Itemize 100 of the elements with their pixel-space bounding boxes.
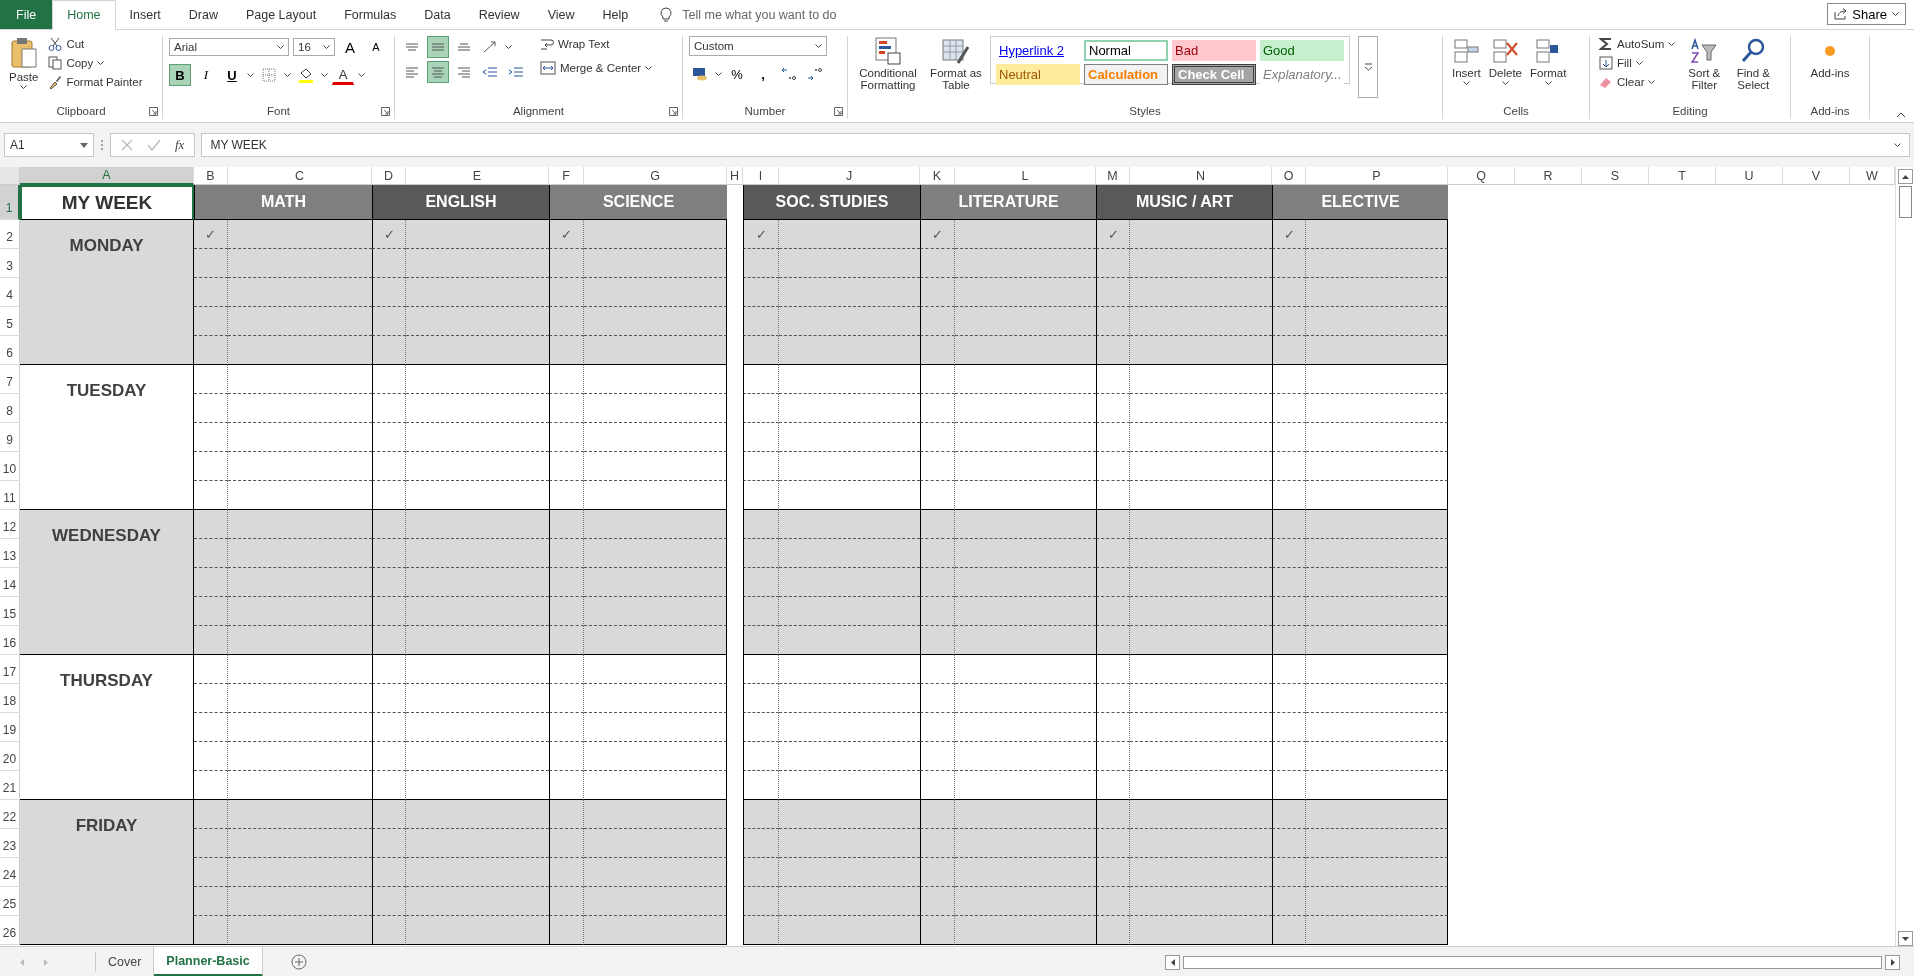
row-header[interactable]: 22 — [0, 800, 20, 829]
cell-style[interactable]: Normal — [1084, 40, 1168, 61]
row-header[interactable]: 15 — [0, 597, 20, 626]
row-header[interactable]: 2 — [0, 220, 20, 249]
column-header[interactable]: O — [1272, 167, 1306, 185]
column-header[interactable]: R — [1515, 167, 1582, 185]
paste-button[interactable]: Paste — [6, 36, 42, 105]
conditional-formatting-button[interactable]: Conditional Formatting — [854, 36, 922, 105]
horizontal-align-button[interactable] — [427, 61, 449, 83]
column-header[interactable]: V — [1783, 167, 1850, 185]
row-header[interactable]: 1 — [0, 185, 20, 220]
row-header[interactable]: 5 — [0, 307, 20, 336]
row-header[interactable]: 9 — [0, 423, 20, 452]
row-header[interactable]: 12 — [0, 510, 20, 539]
column-header[interactable]: I — [743, 167, 779, 185]
menu-tab[interactable]: View — [533, 0, 589, 29]
column-header[interactable]: S — [1582, 167, 1649, 185]
row-header[interactable]: 14 — [0, 568, 20, 597]
clear-button[interactable]: Clear — [1596, 74, 1679, 90]
column-header[interactable]: T — [1649, 167, 1716, 185]
row-header[interactable]: 23 — [0, 829, 20, 858]
vertical-align-button[interactable] — [427, 36, 449, 58]
cells-button[interactable]: Format — [1527, 36, 1570, 105]
row-header[interactable]: 25 — [0, 887, 20, 916]
format-as-table-button[interactable]: Format as Table — [926, 36, 986, 105]
row-header[interactable]: 10 — [0, 452, 20, 481]
column-header[interactable]: F — [549, 167, 584, 185]
row-header[interactable]: 24 — [0, 858, 20, 887]
font-style-button[interactable]: B — [169, 64, 191, 86]
row-header[interactable]: 17 — [0, 655, 20, 684]
autosum-button[interactable]: AutoSum — [1596, 36, 1679, 52]
column-header[interactable]: J — [779, 167, 920, 185]
column-header[interactable]: G — [584, 167, 727, 185]
menu-tab[interactable]: Review — [464, 0, 534, 29]
sort-filter-button[interactable]: Sort & Filter — [1682, 36, 1727, 105]
row-header[interactable]: 6 — [0, 336, 20, 365]
row-header[interactable]: 20 — [0, 742, 20, 771]
vertical-scrollbar[interactable] — [1895, 167, 1914, 946]
font-size-field[interactable]: 16 — [293, 38, 335, 56]
column-header[interactable]: A — [20, 167, 194, 185]
scroll-up-button[interactable] — [1897, 169, 1913, 184]
checkmark-icon[interactable] — [147, 139, 161, 151]
tell-me-field[interactable]: Tell me what you want to do — [680, 6, 885, 23]
fill-button[interactable]: Fill — [1596, 55, 1679, 71]
grow-font-button[interactable]: A — [339, 36, 361, 58]
font-name-field[interactable]: Arial — [169, 38, 289, 56]
column-header[interactable]: B — [194, 167, 228, 185]
previous-sheet-icon[interactable] — [20, 958, 24, 966]
shrink-font-button[interactable]: A — [365, 36, 387, 58]
formula-field[interactable]: MY WEEK — [201, 133, 1910, 157]
cell-style[interactable]: Bad — [1172, 40, 1256, 61]
font-color-button[interactable]: A — [332, 65, 354, 85]
percent-button[interactable]: % — [726, 63, 748, 85]
row-header[interactable]: 16 — [0, 626, 20, 655]
insert-function-button[interactable]: fx — [175, 137, 185, 153]
column-header[interactable]: K — [920, 167, 955, 185]
row-header[interactable]: 18 — [0, 684, 20, 713]
comma-button[interactable]: , — [752, 63, 774, 85]
row-header[interactable]: 19 — [0, 713, 20, 742]
menu-tab[interactable]: Help — [588, 0, 643, 29]
cancel-icon[interactable] — [121, 139, 133, 151]
column-header[interactable]: U — [1716, 167, 1783, 185]
row-header[interactable]: 8 — [0, 394, 20, 423]
wrap-text-button[interactable]: Wrap Text — [537, 36, 656, 52]
menu-tab[interactable]: Formulas — [330, 0, 411, 29]
next-sheet-icon[interactable] — [44, 958, 48, 966]
menu-tab[interactable]: Draw — [174, 0, 232, 29]
sheet-tab[interactable]: Planner-Basic — [154, 947, 263, 976]
column-header[interactable]: W — [1850, 167, 1895, 185]
scroll-left-button[interactable] — [1165, 954, 1180, 970]
row-header[interactable]: 13 — [0, 539, 20, 568]
column-header[interactable]: C — [228, 167, 372, 185]
add-sheet-icon[interactable] — [290, 954, 307, 970]
column-header[interactable]: D — [372, 167, 406, 185]
menu-tab[interactable]: Home — [52, 0, 116, 30]
number-format-field[interactable]: Custom — [689, 36, 827, 56]
scroll-down-button[interactable] — [1897, 931, 1913, 946]
column-header[interactable]: E — [406, 167, 549, 185]
cut-button[interactable]: Cut — [45, 36, 146, 52]
menu-tab[interactable]: File — [0, 0, 53, 29]
menu-tab[interactable]: Page Layout — [231, 0, 331, 29]
find-select-button[interactable]: Find & Select — [1730, 36, 1777, 105]
column-header[interactable]: Q — [1448, 167, 1515, 185]
column-header[interactable]: L — [955, 167, 1096, 185]
row-header[interactable]: 3 — [0, 249, 20, 278]
row-header[interactable]: 21 — [0, 771, 20, 800]
more-styles-button[interactable] — [1358, 36, 1378, 98]
row-header[interactable]: 11 — [0, 481, 20, 510]
font-style-button[interactable]: I — [195, 64, 217, 86]
merge-center-button[interactable]: Merge & Center — [537, 60, 656, 76]
column-header[interactable]: M — [1096, 167, 1130, 185]
menu-tab[interactable]: Insert — [115, 0, 175, 29]
name-box[interactable]: A1 — [4, 133, 94, 157]
dialog-launcher-icon[interactable] — [669, 107, 678, 116]
column-header[interactable]: P — [1306, 167, 1448, 185]
collapse-ribbon-icon[interactable] — [1896, 112, 1906, 118]
column-header[interactable]: H — [727, 167, 743, 185]
copy-button[interactable]: Copy — [45, 55, 146, 71]
horizontal-scrollbar[interactable] — [1183, 955, 1882, 969]
dialog-launcher-icon[interactable] — [381, 107, 390, 116]
